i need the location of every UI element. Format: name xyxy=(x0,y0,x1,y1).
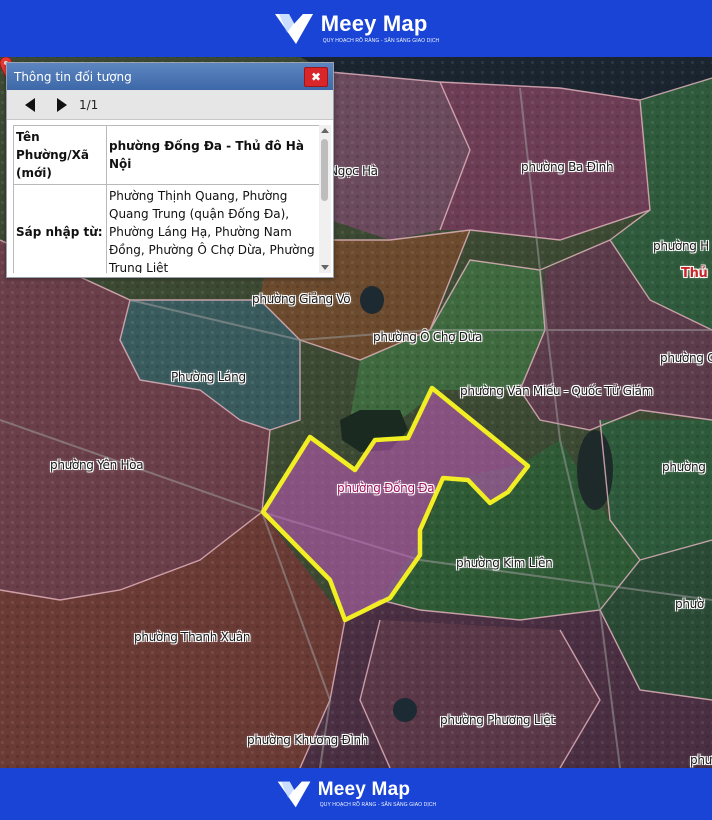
label-thu-do: Thủ xyxy=(681,266,708,281)
table-row: Tên Phường/Xã (mới) phường Đống Đa - Thủ… xyxy=(13,125,320,185)
scroll-thumb[interactable] xyxy=(321,139,328,201)
top-brand-bar: Meey Map QUY HOẠCH RÕ RÀNG - SẴN SÀNG GI… xyxy=(0,0,712,57)
row-value: Phường Thịnh Quang, Phường Quang Trung (… xyxy=(106,184,320,273)
next-button[interactable] xyxy=(55,97,69,113)
label-yen-hoa: phường Yên Hòa xyxy=(50,458,144,472)
label-kim-lien: phường Kim Liên xyxy=(456,556,553,570)
label-bach-mai: phườ xyxy=(675,597,704,611)
brand-logo: Meey Map QUY HOẠCH RÕ RÀNG - SẴN SÀNG GI… xyxy=(276,779,437,810)
popup-scrollbar[interactable] xyxy=(319,125,331,273)
brand-tagline: QUY HOẠCH RÕ RÀNG - SẴN SÀNG GIAO DỊCH xyxy=(319,802,437,808)
label-tuong-mai: phư xyxy=(690,753,712,767)
label-dong-da: phường Đống Đa xyxy=(337,481,435,495)
label-thanh-xuan: phường Thanh Xuân xyxy=(134,630,251,644)
label-khuong-dinh: phường Khương Đình xyxy=(247,733,369,747)
label-hai-ba-trung: phường xyxy=(662,460,706,474)
label-phuong-liet: phường Phương Liệt xyxy=(440,713,555,727)
brand-logo: Meey Map QUY HOẠCH RÕ RÀNG - SẴN SÀNG GI… xyxy=(273,11,440,47)
info-table: Tên Phường/Xã (mới) phường Đống Đa - Thủ… xyxy=(13,125,320,273)
row-key: Sáp nhập từ: xyxy=(13,184,107,273)
popup-body[interactable]: Tên Phường/Xã (mới) phường Đống Đa - Thủ… xyxy=(13,125,320,273)
close-button[interactable]: ✖ xyxy=(304,66,328,87)
label-van-mieu: phường Văn Miếu - Quốc Tử Giám xyxy=(460,384,654,398)
row-value: phường Đống Đa - Thủ đô Hà Nội xyxy=(106,125,320,185)
popup-header: Thông tin đối tượng ✖ xyxy=(7,63,333,90)
table-row: Sáp nhập từ: Phường Thịnh Quang, Phường … xyxy=(13,184,320,273)
close-icon: ✖ xyxy=(310,69,322,84)
label-cua-nam: phường C xyxy=(660,351,712,365)
arrow-right-icon xyxy=(57,97,67,112)
label-giang-vo: phường Giảng Võ xyxy=(252,292,351,306)
label-ba-dinh: phường Ba Đình xyxy=(521,160,614,174)
label-hoan-kiem: phường H xyxy=(653,239,709,253)
label-lang: Phường Láng xyxy=(171,370,246,384)
brand-name: Meey Map xyxy=(317,779,411,800)
bottom-brand-bar: Meey Map QUY HOẠCH RÕ RÀNG - SẴN SÀNG GI… xyxy=(0,768,712,820)
previous-button[interactable] xyxy=(23,97,37,113)
row-key: Tên Phường/Xã (mới) xyxy=(13,125,107,185)
label-o-cho-dua: phường Ô Chợ Dừa xyxy=(373,330,483,344)
popup-title: Thông tin đối tượng xyxy=(14,69,132,84)
scroll-down-icon[interactable] xyxy=(321,265,329,270)
arrow-left-icon xyxy=(25,97,35,112)
meey-logo-icon xyxy=(274,13,313,44)
brand-tagline: QUY HOẠCH RÕ RÀNG - SẴN SÀNG GIAO DỊCH xyxy=(322,38,440,44)
scroll-up-icon[interactable] xyxy=(321,128,329,133)
popup-pager: 1/1 xyxy=(7,90,333,120)
info-popup: Thông tin đối tượng ✖ 1/1 Tên Phường/Xã … xyxy=(6,62,334,278)
brand-name: Meey Map xyxy=(320,11,428,36)
meey-logo-icon xyxy=(277,781,311,807)
page-counter: 1/1 xyxy=(79,97,99,112)
